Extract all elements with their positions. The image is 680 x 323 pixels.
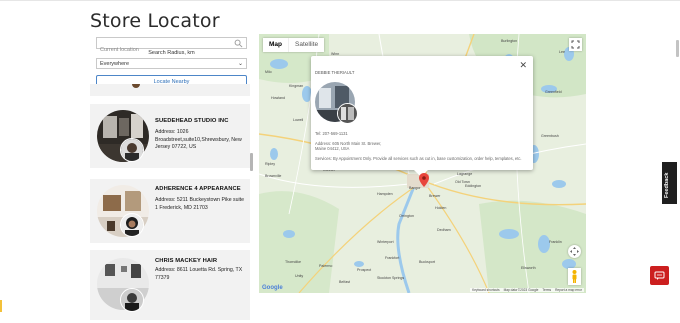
terms-link[interactable]: Terms: [542, 288, 551, 292]
store-address: Address: 8611 Louetta Rd. Spring, TX 773…: [155, 267, 243, 281]
store-photo-fragment: [132, 84, 140, 88]
map-place-label: Franklin: [549, 240, 562, 244]
map-place-label: Hampden: [377, 192, 393, 196]
location-search[interactable]: [96, 37, 247, 55]
google-logo-text: Google: [262, 285, 283, 291]
map-place-label: Stockton Springs: [377, 276, 405, 280]
store-list: SUEDEHEAD STUDIO INC Address: 1026 Broad…: [90, 84, 250, 320]
map-place-label: Greenfield: [545, 90, 562, 94]
map-place-label: Thorndike: [285, 260, 301, 264]
store-map[interactable]: Burlington Lee Greenfield Winn Kingman G…: [259, 34, 586, 293]
map-place-label: Unity: [295, 274, 304, 278]
pegman-icon: [572, 270, 577, 283]
store-card[interactable]: CHRIS MACKEY HAIR Address: 8611 Louetta …: [90, 250, 250, 320]
chat-icon: [654, 271, 665, 280]
map-place-label: Bucksport: [419, 260, 435, 264]
close-icon[interactable]: ✕: [519, 60, 527, 71]
map-place-label: Kingman: [289, 84, 304, 88]
google-logo[interactable]: Google: [262, 285, 283, 291]
page-scrollbar-thumb[interactable]: [676, 40, 679, 57]
radius-value: Everywhere: [100, 61, 130, 67]
map-place-label: Holden: [435, 206, 447, 210]
store-address: Address: 5211 Buckeystown Pike suite 1 F…: [155, 197, 245, 211]
store-name[interactable]: CHRIS MACKEY HAIR: [155, 258, 217, 264]
map-place-label: Belfast: [339, 280, 350, 284]
map-place-label: Lowell: [293, 118, 304, 122]
info-store-name: DEBBIE THERIAULT: [315, 70, 355, 75]
store-address: Address: 1026 Broadstreet,suite10,Shrews…: [155, 129, 242, 151]
map-place-label: Dedham: [437, 228, 451, 232]
map-place-label: Brownville: [265, 174, 282, 178]
map-place-label: Frankfort: [385, 256, 400, 260]
map-place-label: Greenbush: [541, 134, 559, 138]
map-place-label: Howland: [271, 96, 285, 100]
map-place-label: Winterport: [377, 240, 394, 244]
store-card[interactable]: SUEDEHEAD STUDIO INC Address: 1026 Broad…: [90, 104, 250, 168]
report-map-error-link[interactable]: Report a map error: [555, 288, 582, 292]
map-place-label: Orrington: [399, 214, 414, 218]
move-arrows-icon: [570, 247, 579, 256]
feedback-label: Feedback: [664, 172, 670, 198]
map-place-label: Burlington: [501, 39, 518, 43]
info-stylist-avatar: [337, 103, 358, 124]
map-place-label: Milo: [265, 70, 272, 74]
search-icon[interactable]: [234, 39, 243, 48]
store-name[interactable]: SUEDEHEAD STUDIO INC: [155, 118, 229, 124]
store-name[interactable]: ADHERENCE 4 APPEARANCE: [155, 186, 241, 192]
map-type-map-button[interactable]: Map: [263, 38, 288, 52]
map-marker-icon[interactable]: [419, 173, 429, 187]
keyboard-shortcuts-link[interactable]: Keyboard shortcuts: [472, 288, 499, 292]
map-place-label: Brewer: [429, 194, 441, 198]
map-attribution: Keyboard shortcuts Map data ©2023 Google…: [470, 288, 584, 292]
map-camera-control[interactable]: [568, 245, 581, 258]
map-place-label: Ripley: [265, 162, 275, 166]
map-type-control: Map Satellite: [263, 38, 325, 52]
info-services: Services: By Appointment Only. Provide a…: [315, 156, 522, 161]
search-radius-select[interactable]: Everywhere ⌄: [96, 58, 247, 69]
stylist-avatar: [120, 288, 144, 312]
page-title: Store Locator: [90, 10, 220, 32]
fullscreen-icon: [571, 40, 580, 49]
edge-accent: [0, 300, 2, 312]
info-tel: Tel: 207-569-1131: [315, 131, 348, 136]
map-data-text: Map data ©2023 Google: [503, 288, 539, 292]
feedback-tab[interactable]: Feedback: [662, 162, 677, 204]
map-place-label: Eddington: [465, 184, 482, 188]
store-card[interactable]: ADHERENCE 4 APPEARANCE Address: 5211 Buc…: [90, 179, 250, 243]
chevron-down-icon: ⌄: [237, 61, 243, 67]
chat-button[interactable]: [650, 266, 669, 285]
stylist-avatar: [120, 213, 144, 237]
top-divider: [0, 0, 680, 1]
stylist-avatar: [120, 138, 144, 162]
map-type-satellite-button[interactable]: Satellite: [288, 38, 324, 52]
map-place-label: Ellsworth: [521, 266, 536, 270]
map-place-label: Lee: [559, 50, 565, 54]
fullscreen-button[interactable]: [569, 38, 582, 51]
list-scrollbar-thumb[interactable]: [250, 153, 253, 171]
search-radius-label: Search Radius, km: [148, 50, 195, 56]
street-view-pegman[interactable]: [568, 268, 581, 285]
info-address: Address: 605 North Main St. Brewer, Main…: [315, 141, 382, 151]
store-info-window: ✕ DEBBIE THERIAULT Tel: 207-569-1131 Add…: [311, 56, 533, 177]
store-list-panel: Search Radius, km Everywhere ⌄ Locate Ne…: [90, 35, 253, 320]
map-place-label: Palermo: [319, 264, 333, 268]
store-card-partial[interactable]: [90, 84, 250, 96]
map-place-label: Lagrange: [457, 172, 473, 176]
map-place-label: Prospect: [357, 268, 372, 272]
